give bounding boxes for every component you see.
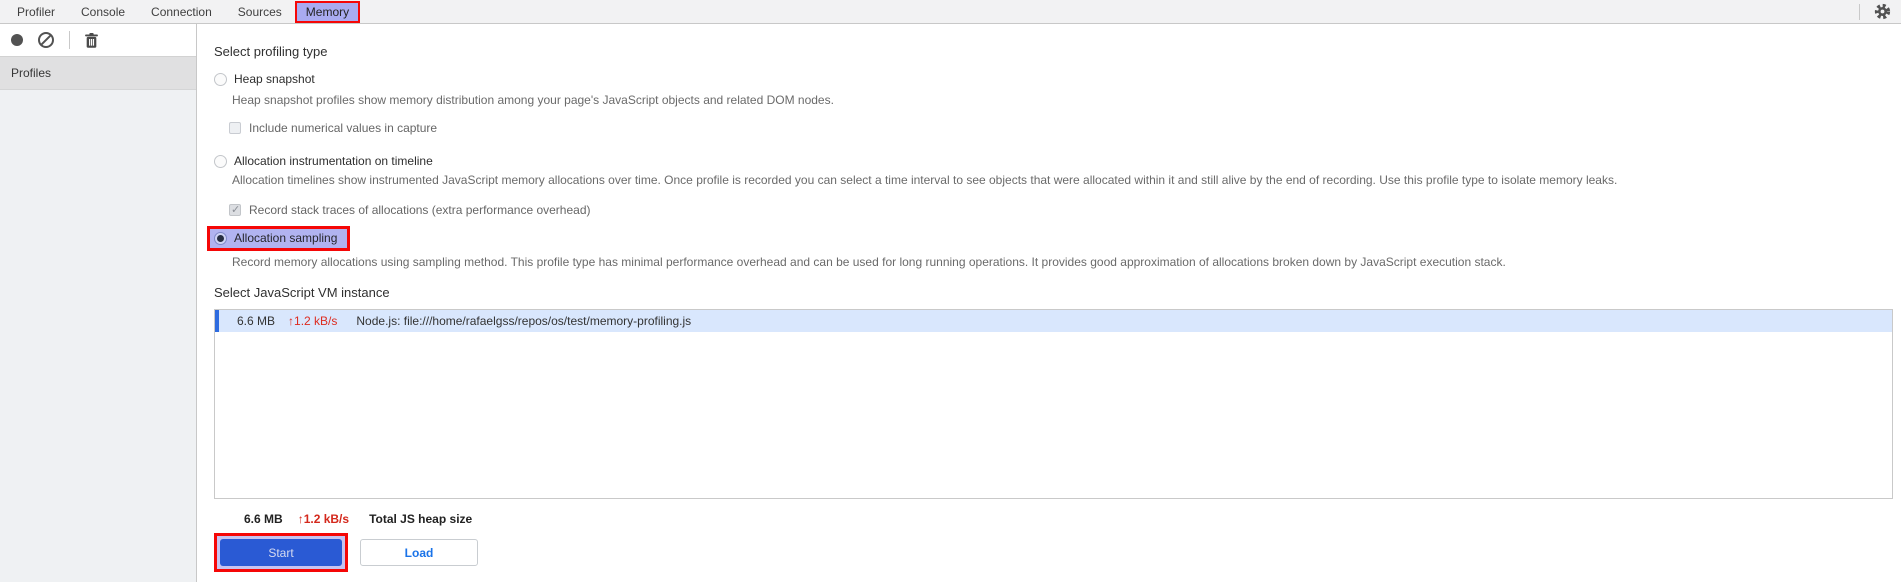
vm-instance-row[interactable]: 6.6 MB ↑1.2 kB/s Node.js: file:///home/r… bbox=[215, 310, 1892, 332]
vm-heap-size: 6.6 MB bbox=[237, 314, 276, 328]
total-heap-stats: 6.6 MB ↑1.2 kB/s Total JS heap size bbox=[214, 512, 1893, 526]
option-description: Record memory allocations using sampling… bbox=[232, 255, 1506, 269]
load-button[interactable]: Load bbox=[360, 539, 478, 566]
checkbox-label: Record stack traces of allocations (extr… bbox=[249, 203, 591, 217]
checkbox-include-numerical-values[interactable]: Include numerical values in capture bbox=[229, 121, 1893, 135]
vm-allocation-rate: ↑1.2 kB/s bbox=[288, 314, 338, 328]
radio-option-allocation-timeline[interactable]: Allocation instrumentation on timeline bbox=[214, 154, 1893, 168]
action-buttons: Start Load bbox=[214, 533, 1893, 572]
sidebar: Profiles bbox=[0, 24, 197, 582]
total-heap-size-label: Total JS heap size bbox=[369, 512, 473, 526]
total-heap-size-value: 6.6 MB bbox=[244, 512, 283, 526]
checkbox-label: Include numerical values in capture bbox=[249, 121, 438, 135]
option-label: Allocation instrumentation on timeline bbox=[234, 154, 433, 168]
profiler-toolbar bbox=[0, 24, 196, 57]
trash-icon[interactable] bbox=[85, 32, 98, 48]
vm-instance-list[interactable]: 6.6 MB ↑1.2 kB/s Node.js: file:///home/r… bbox=[214, 309, 1893, 499]
radio-checked-icon bbox=[214, 231, 227, 245]
tab-bar-right bbox=[1859, 3, 1901, 20]
tab-memory[interactable]: Memory bbox=[294, 0, 361, 23]
radio-option-heap-snapshot[interactable]: Heap snapshot bbox=[214, 72, 1893, 86]
option-label: Allocation sampling bbox=[234, 231, 338, 245]
radio-option-allocation-sampling[interactable]: Allocation sampling bbox=[207, 226, 351, 251]
toolbar-divider bbox=[69, 31, 70, 49]
vm-instance-name: Node.js: file:///home/rafaelgss/repos/os… bbox=[356, 314, 692, 328]
option-label: Heap snapshot bbox=[234, 72, 315, 86]
tab-sources[interactable]: Sources bbox=[225, 1, 295, 23]
total-heap-rate-value: ↑1.2 kB/s bbox=[297, 512, 350, 526]
radio-unchecked-icon bbox=[214, 72, 227, 86]
tab-connection[interactable]: Connection bbox=[138, 1, 225, 23]
radio-unchecked-icon bbox=[214, 154, 227, 168]
checkbox-unchecked-icon bbox=[229, 122, 241, 134]
option-description: Allocation timelines show instrumented J… bbox=[232, 173, 1618, 187]
memory-panel: Select profiling type Heap snapshot Heap… bbox=[198, 24, 1901, 582]
option-description: Heap snapshot profiles show memory distr… bbox=[232, 93, 834, 107]
tab-bar: Profiler Console Connection Sources Memo… bbox=[0, 0, 1901, 24]
checkbox-record-stack-traces[interactable]: Record stack traces of allocations (extr… bbox=[229, 203, 1893, 217]
start-button-highlight: Start bbox=[214, 533, 348, 572]
checkbox-checked-icon bbox=[229, 203, 241, 216]
devtools-window: Profiler Console Connection Sources Memo… bbox=[0, 0, 1901, 582]
start-button[interactable]: Start bbox=[220, 539, 342, 566]
tab-console[interactable]: Console bbox=[68, 1, 138, 23]
settings-gear-icon[interactable] bbox=[1874, 3, 1891, 20]
tab-profiler[interactable]: Profiler bbox=[4, 1, 68, 23]
sidebar-item-profiles[interactable]: Profiles bbox=[0, 57, 196, 90]
clear-icon[interactable] bbox=[38, 32, 54, 48]
vm-instance-title: Select JavaScript VM instance bbox=[214, 285, 390, 300]
profiling-type-title: Select profiling type bbox=[214, 44, 328, 59]
profiles-label: Profiles bbox=[11, 66, 52, 80]
record-icon[interactable] bbox=[11, 34, 23, 46]
toolbar-divider bbox=[1859, 3, 1860, 20]
